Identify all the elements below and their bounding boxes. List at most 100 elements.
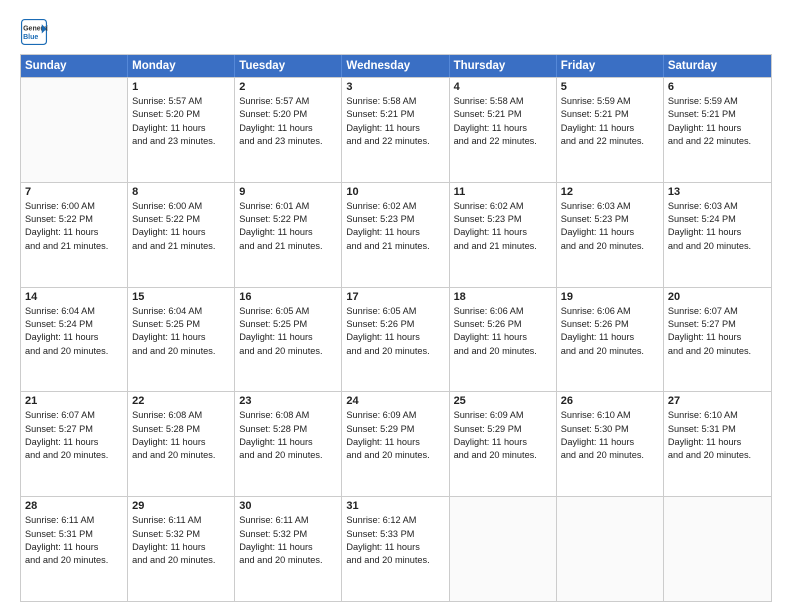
weekday-header: Tuesday [235,55,342,77]
daylight-text-1: Daylight: 11 hours [454,122,552,135]
day-number: 4 [454,81,552,93]
calendar-row: 14Sunrise: 6:04 AMSunset: 5:24 PMDayligh… [21,287,771,392]
sunrise-text: Sunrise: 6:04 AM [132,305,230,318]
calendar-header: SundayMondayTuesdayWednesdayThursdayFrid… [21,55,771,77]
calendar-row: 28Sunrise: 6:11 AMSunset: 5:31 PMDayligh… [21,496,771,601]
sunrise-text: Sunrise: 6:10 AM [561,409,659,422]
sunset-text: Sunset: 5:25 PM [132,318,230,331]
sunrise-text: Sunrise: 6:01 AM [239,200,337,213]
daylight-text-1: Daylight: 11 hours [561,331,659,344]
sunrise-text: Sunrise: 5:59 AM [668,95,767,108]
sunset-text: Sunset: 5:21 PM [346,108,444,121]
calendar-cell: 19Sunrise: 6:06 AMSunset: 5:26 PMDayligh… [557,288,664,392]
sunrise-text: Sunrise: 6:07 AM [668,305,767,318]
daylight-text-2: and and 20 minutes. [239,554,337,567]
day-number: 24 [346,395,444,407]
sunrise-text: Sunrise: 6:02 AM [454,200,552,213]
calendar-cell: 24Sunrise: 6:09 AMSunset: 5:29 PMDayligh… [342,392,449,496]
calendar-row: 1Sunrise: 5:57 AMSunset: 5:20 PMDaylight… [21,77,771,182]
sunrise-text: Sunrise: 6:12 AM [346,514,444,527]
calendar-cell: 8Sunrise: 6:00 AMSunset: 5:22 PMDaylight… [128,183,235,287]
sunset-text: Sunset: 5:29 PM [346,423,444,436]
day-number: 26 [561,395,659,407]
sunset-text: Sunset: 5:28 PM [239,423,337,436]
daylight-text-2: and and 21 minutes. [132,240,230,253]
calendar-cell [664,497,771,601]
sunrise-text: Sunrise: 6:05 AM [346,305,444,318]
sunrise-text: Sunrise: 5:58 AM [346,95,444,108]
calendar-cell [557,497,664,601]
daylight-text-2: and and 20 minutes. [346,449,444,462]
sunrise-text: Sunrise: 6:07 AM [25,409,123,422]
sunset-text: Sunset: 5:26 PM [561,318,659,331]
daylight-text-1: Daylight: 11 hours [132,436,230,449]
sunset-text: Sunset: 5:21 PM [454,108,552,121]
daylight-text-2: and and 20 minutes. [561,240,659,253]
calendar-cell: 10Sunrise: 6:02 AMSunset: 5:23 PMDayligh… [342,183,449,287]
calendar-cell: 11Sunrise: 6:02 AMSunset: 5:23 PMDayligh… [450,183,557,287]
calendar-cell: 25Sunrise: 6:09 AMSunset: 5:29 PMDayligh… [450,392,557,496]
header: General Blue [20,18,772,46]
daylight-text-2: and and 21 minutes. [25,240,123,253]
daylight-text-2: and and 21 minutes. [239,240,337,253]
daylight-text-1: Daylight: 11 hours [668,122,767,135]
sunrise-text: Sunrise: 6:06 AM [454,305,552,318]
calendar-cell: 4Sunrise: 5:58 AMSunset: 5:21 PMDaylight… [450,78,557,182]
daylight-text-1: Daylight: 11 hours [239,331,337,344]
daylight-text-1: Daylight: 11 hours [346,122,444,135]
calendar-body: 1Sunrise: 5:57 AMSunset: 5:20 PMDaylight… [21,77,771,601]
sunset-text: Sunset: 5:32 PM [132,528,230,541]
daylight-text-1: Daylight: 11 hours [454,331,552,344]
day-number: 27 [668,395,767,407]
calendar-cell: 20Sunrise: 6:07 AMSunset: 5:27 PMDayligh… [664,288,771,392]
daylight-text-2: and and 21 minutes. [346,240,444,253]
day-number: 20 [668,291,767,303]
sunrise-text: Sunrise: 6:04 AM [25,305,123,318]
sunrise-text: Sunrise: 6:11 AM [25,514,123,527]
daylight-text-2: and and 22 minutes. [454,135,552,148]
calendar-cell: 23Sunrise: 6:08 AMSunset: 5:28 PMDayligh… [235,392,342,496]
sunset-text: Sunset: 5:23 PM [454,213,552,226]
sunset-text: Sunset: 5:33 PM [346,528,444,541]
daylight-text-2: and and 22 minutes. [561,135,659,148]
daylight-text-2: and and 20 minutes. [454,345,552,358]
daylight-text-2: and and 23 minutes. [132,135,230,148]
day-number: 5 [561,81,659,93]
sunset-text: Sunset: 5:31 PM [668,423,767,436]
daylight-text-1: Daylight: 11 hours [561,226,659,239]
day-number: 13 [668,186,767,198]
sunset-text: Sunset: 5:24 PM [25,318,123,331]
daylight-text-2: and and 21 minutes. [454,240,552,253]
calendar-cell: 31Sunrise: 6:12 AMSunset: 5:33 PMDayligh… [342,497,449,601]
sunrise-text: Sunrise: 6:11 AM [132,514,230,527]
daylight-text-1: Daylight: 11 hours [561,122,659,135]
day-number: 30 [239,500,337,512]
daylight-text-1: Daylight: 11 hours [346,331,444,344]
day-number: 29 [132,500,230,512]
day-number: 15 [132,291,230,303]
daylight-text-2: and and 20 minutes. [346,554,444,567]
daylight-text-2: and and 20 minutes. [25,449,123,462]
calendar-cell: 3Sunrise: 5:58 AMSunset: 5:21 PMDaylight… [342,78,449,182]
daylight-text-1: Daylight: 11 hours [668,436,767,449]
daylight-text-1: Daylight: 11 hours [25,331,123,344]
sunrise-text: Sunrise: 5:57 AM [132,95,230,108]
day-number: 21 [25,395,123,407]
daylight-text-1: Daylight: 11 hours [239,122,337,135]
calendar-cell: 6Sunrise: 5:59 AMSunset: 5:21 PMDaylight… [664,78,771,182]
daylight-text-1: Daylight: 11 hours [239,226,337,239]
calendar-cell: 18Sunrise: 6:06 AMSunset: 5:26 PMDayligh… [450,288,557,392]
sunset-text: Sunset: 5:26 PM [454,318,552,331]
calendar-cell: 5Sunrise: 5:59 AMSunset: 5:21 PMDaylight… [557,78,664,182]
calendar-row: 7Sunrise: 6:00 AMSunset: 5:22 PMDaylight… [21,182,771,287]
calendar-row: 21Sunrise: 6:07 AMSunset: 5:27 PMDayligh… [21,391,771,496]
sunrise-text: Sunrise: 6:08 AM [132,409,230,422]
day-number: 1 [132,81,230,93]
sunrise-text: Sunrise: 6:08 AM [239,409,337,422]
daylight-text-2: and and 20 minutes. [454,449,552,462]
daylight-text-2: and and 20 minutes. [132,449,230,462]
sunrise-text: Sunrise: 6:10 AM [668,409,767,422]
day-number: 28 [25,500,123,512]
day-number: 25 [454,395,552,407]
calendar-cell: 15Sunrise: 6:04 AMSunset: 5:25 PMDayligh… [128,288,235,392]
